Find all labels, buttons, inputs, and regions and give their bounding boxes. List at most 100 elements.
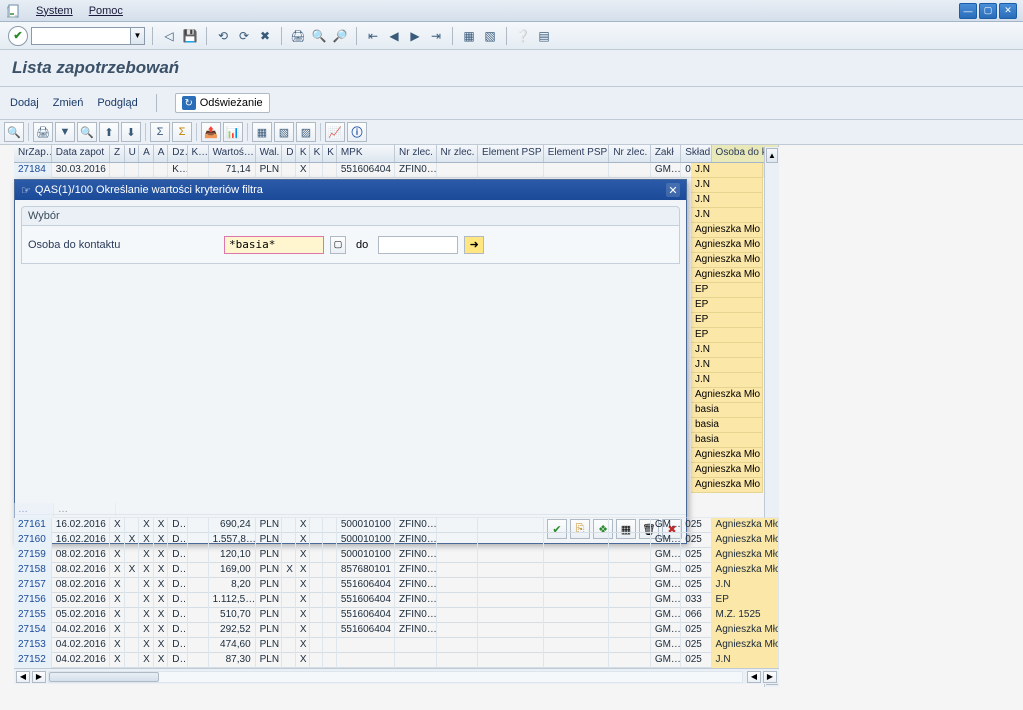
action-edit[interactable]: Zmień (53, 97, 84, 109)
grid-body-bottom: ……2716116.02.2016XXXD…690,24PLNX50001010… (14, 503, 779, 668)
col-a2[interactable]: A (154, 145, 169, 162)
hscroll-right2-icon[interactable]: ▶ (763, 671, 777, 683)
info-icon[interactable]: ⓘ (347, 122, 367, 142)
filter-to-input[interactable] (378, 236, 458, 254)
osoba-cell: Agnieszka Mło (691, 238, 763, 253)
cancel-icon[interactable]: ✖ (256, 27, 274, 45)
col-psp2[interactable]: Element PSP (544, 145, 610, 162)
detail-icon[interactable]: 🔍 (4, 122, 24, 142)
col-nrz3[interactable]: Nr zlec. (609, 145, 651, 162)
table-row[interactable]: 2715708.02.2016XXXD…8,20PLNX551606404ZFI… (14, 578, 779, 593)
horizontal-scrollbar[interactable]: ◀ ▶ ◀ ▶ (14, 668, 779, 684)
col-skl[interactable]: Skład (681, 145, 711, 162)
find-grid-icon[interactable]: 🔍 (77, 122, 97, 142)
table-row[interactable]: 2715908.02.2016XXXD…120,10PLNX500010100Z… (14, 548, 779, 563)
osoba-cell: EP (691, 328, 763, 343)
col-k3[interactable]: K (310, 145, 324, 162)
sum-icon[interactable]: Σ (150, 122, 170, 142)
help-icon[interactable]: ❔ (514, 27, 532, 45)
table-row[interactable]: 2716116.02.2016XXXD…690,24PLNX500010100Z… (14, 518, 779, 533)
scroll-up-icon[interactable]: ▲ (766, 148, 778, 163)
subtotal-icon[interactable]: Σ (172, 122, 192, 142)
window-close[interactable]: ✕ (999, 3, 1017, 19)
layout-change-icon[interactable]: ▦ (252, 122, 272, 142)
col-wart[interactable]: Wartoś… (209, 145, 256, 162)
col-mpk[interactable]: MPK (337, 145, 395, 162)
col-date[interactable]: Data zapot (52, 145, 110, 162)
find-icon[interactable]: 🔍 (310, 27, 328, 45)
col-nrz2[interactable]: Nr zlec. (437, 145, 479, 162)
action-add[interactable]: Dodaj (10, 97, 39, 109)
window-maximize[interactable]: ▢ (979, 3, 997, 19)
col-wal[interactable]: Wal. (256, 145, 283, 162)
hscroll-right-icon[interactable]: ▶ (32, 671, 46, 683)
find-next-icon[interactable]: 🔎 (331, 27, 349, 45)
table-row[interactable]: 2715404.02.2016XXXD…292,52PLNX551606404Z… (14, 623, 779, 638)
col-k2[interactable]: K (296, 145, 310, 162)
prev-page-icon[interactable]: ◀ (385, 27, 403, 45)
new-session-icon[interactable]: ▦ (460, 27, 478, 45)
shortcut-icon[interactable]: ▧ (481, 27, 499, 45)
first-page-icon[interactable]: ⇤ (364, 27, 382, 45)
next-page-icon[interactable]: ▶ (406, 27, 424, 45)
hscroll-left2-icon[interactable]: ◀ (747, 671, 761, 683)
table-row[interactable]: 2715304.02.2016XXXD…474,60PLNXGM…025Agni… (14, 638, 779, 653)
window-minimize[interactable]: — (959, 3, 977, 19)
filter-icon[interactable]: ▼ (55, 122, 75, 142)
col-k[interactable]: K… (188, 145, 209, 162)
menu-system[interactable]: System (28, 3, 81, 19)
back-icon[interactable]: ◁ (160, 27, 178, 45)
value-help-icon[interactable]: ▢ (330, 236, 346, 254)
layout-icon[interactable]: ▤ (535, 27, 553, 45)
dialog-titlebar[interactable]: ☞ QAS(1)/100 Określanie wartości kryteri… (15, 180, 686, 200)
table-row[interactable]: 2716016.02.2016XXXXD…1.557,8…PLNX5000101… (14, 533, 779, 548)
osoba-cell: Agnieszka Mło (691, 223, 763, 238)
layout-manage-icon[interactable]: ▨ (296, 122, 316, 142)
table-row[interactable]: 27184 30.03.2016 K… 71,14 PLN X 55160640… (14, 163, 779, 178)
col-k4[interactable]: K (323, 145, 337, 162)
save-icon[interactable]: 💾 (181, 27, 199, 45)
osoba-cell: basia (691, 433, 763, 448)
last-page-icon[interactable]: ⇥ (427, 27, 445, 45)
refresh-button[interactable]: ↻ Odświeżanie (175, 93, 270, 113)
col-zakl[interactable]: Zakł (651, 145, 681, 162)
col-nrz1[interactable]: Nr zlec. (395, 145, 437, 162)
menu-doc-icon[interactable] (6, 3, 22, 19)
nav-exit-icon[interactable]: ⟳ (235, 27, 253, 45)
command-dropdown[interactable]: ▼ (131, 27, 145, 45)
col-psp1[interactable]: Element PSP (478, 145, 544, 162)
col-z[interactable]: Z (110, 145, 125, 162)
osoba-cell: Agnieszka Mło (691, 478, 763, 493)
menu-help[interactable]: Pomoc (81, 3, 131, 19)
table-row[interactable]: 2715505.02.2016XXXD…510,70PLNX551606404Z… (14, 608, 779, 623)
excel-icon[interactable]: 📊 (223, 122, 243, 142)
col-u[interactable]: U (125, 145, 140, 162)
col-nr[interactable]: NrZap… (14, 145, 52, 162)
graphic-icon[interactable]: 📈 (325, 122, 345, 142)
col-dz[interactable]: Dz… (168, 145, 187, 162)
print-grid-icon[interactable]: 🖨 (33, 122, 53, 142)
table-row[interactable]: 2715808.02.2016XXXXD…169,00PLNXX85768010… (14, 563, 779, 578)
sort-desc-icon[interactable]: ⬇ (121, 122, 141, 142)
export-icon[interactable]: 📤 (201, 122, 221, 142)
col-a[interactable]: A (139, 145, 154, 162)
sort-asc-icon[interactable]: ⬆ (99, 122, 119, 142)
col-d[interactable]: D (282, 145, 296, 162)
osoba-cell: J.N (691, 358, 763, 373)
action-view[interactable]: Podgląd (97, 97, 137, 109)
print-icon[interactable]: 🖨 (289, 27, 307, 45)
multiple-selection-icon[interactable]: ➜ (464, 236, 484, 254)
main-toolbar: ✔ ▼ ◁ 💾 ⟲ ⟳ ✖ 🖨 🔍 🔎 ⇤ ◀ ▶ ⇥ ▦ ▧ ❔ ▤ (0, 22, 1023, 50)
command-field[interactable] (31, 27, 131, 45)
enter-button[interactable]: ✔ (8, 26, 28, 46)
table-row[interactable]: 2715204.02.2016XXXD…87,30PLNXGM…025J.N (14, 653, 779, 668)
dialog-close-icon[interactable]: ✕ (666, 183, 680, 197)
hscroll-left-icon[interactable]: ◀ (16, 671, 30, 683)
filter-from-input[interactable] (224, 236, 324, 254)
osoba-cell: Agnieszka Mło (691, 268, 763, 283)
nav-back-icon[interactable]: ⟲ (214, 27, 232, 45)
hscroll-thumb[interactable] (49, 672, 159, 682)
layout-save-icon[interactable]: ▧ (274, 122, 294, 142)
osoba-cell: J.N (691, 193, 763, 208)
table-row[interactable]: 2715605.02.2016XXXD…1.112,5…PLNX55160640… (14, 593, 779, 608)
